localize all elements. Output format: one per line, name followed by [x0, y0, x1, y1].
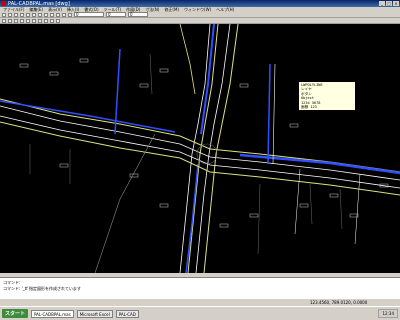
copy-icon[interactable]	[32, 12, 36, 17]
map-drawing	[0, 24, 400, 273]
command-history-line: コマンド: '_tf 指定図形を作成されています	[3, 286, 81, 291]
drawing-canvas[interactable]: LWPOLYLINE レイヤ ボタン Object 1234 5678 面積 1…	[0, 24, 400, 273]
clock: 12:34	[378, 309, 398, 318]
window-title: PAL-CADBPAL.mas [dwg]	[8, 0, 70, 7]
app-icon	[1, 1, 6, 6]
taskbar-item[interactable]: PAL-CAD	[115, 309, 139, 318]
cut-icon[interactable]	[26, 12, 30, 17]
circle-icon[interactable]	[14, 18, 18, 23]
text-icon[interactable]	[26, 18, 30, 23]
dimension-icon[interactable]	[38, 18, 42, 23]
color-select[interactable]: 0	[128, 12, 148, 17]
zoom-icon[interactable]	[56, 12, 60, 17]
hatch-icon[interactable]	[32, 18, 36, 23]
info-line: 面積 123	[301, 105, 317, 110]
new-file-icon[interactable]	[2, 12, 6, 17]
redo-icon[interactable]	[50, 12, 54, 17]
erase-icon[interactable]	[44, 18, 48, 23]
minimize-button[interactable]: _	[379, 1, 385, 6]
maximize-button[interactable]: □	[386, 1, 392, 6]
taskbar: スタート PAL-CADBPAL.mas Microsoft Excel PAL…	[0, 306, 400, 320]
save-icon[interactable]	[14, 12, 18, 17]
polyline-icon[interactable]	[8, 18, 12, 23]
undo-icon[interactable]	[44, 12, 48, 17]
taskbar-item[interactable]: PAL-CADBPAL.mas	[31, 309, 74, 318]
taskbar-item[interactable]: Microsoft Excel	[76, 309, 113, 318]
layer-select[interactable]: 0	[74, 12, 104, 17]
close-button[interactable]: ×	[393, 1, 399, 6]
rotate-icon[interactable]	[56, 18, 60, 23]
pan-icon[interactable]	[62, 12, 66, 17]
paste-icon[interactable]	[38, 12, 42, 17]
object-info-tooltip: LWPOLYLINE レイヤ ボタン Object 1234 5678 面積 1…	[298, 81, 356, 111]
scale-select[interactable]: 0	[106, 12, 126, 17]
print-icon[interactable]	[20, 12, 24, 17]
status-bar: 123.4560, 789.0120, 0.0000	[0, 299, 400, 306]
title-bar: PAL-CADBPAL.mas [dwg] _ □ ×	[0, 0, 400, 7]
line-icon[interactable]	[2, 18, 6, 23]
coordinate-readout: 123.4560, 789.0120, 0.0000	[310, 300, 368, 305]
layer-icon[interactable]	[68, 12, 72, 17]
start-button[interactable]: スタート	[2, 309, 29, 318]
command-window[interactable]: コマンド: コマンド: '_tf 指定図形を作成されています	[0, 277, 400, 300]
open-file-icon[interactable]	[8, 12, 12, 17]
arc-icon[interactable]	[20, 18, 24, 23]
move-icon[interactable]	[50, 18, 54, 23]
